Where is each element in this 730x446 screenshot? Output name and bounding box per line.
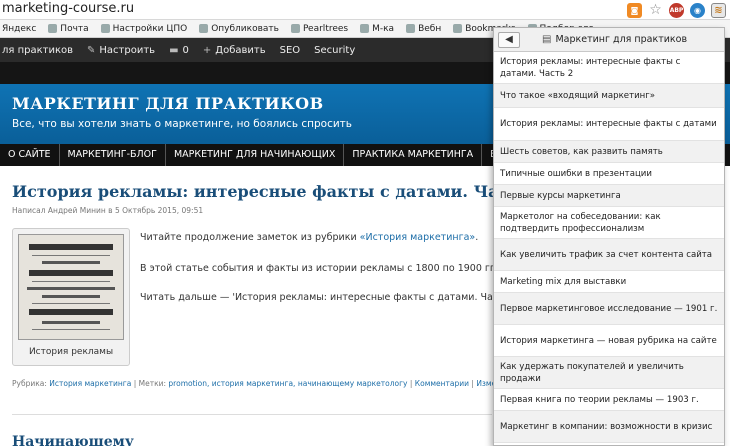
popup-title: Маркетинг для практиков — [555, 34, 688, 45]
feed-item[interactable]: Маркетолог на собеседовании: как подтвер… — [494, 207, 724, 239]
bookmark-pearltrees[interactable]: Pearltrees — [290, 24, 348, 34]
globe-icon[interactable]: ◉ — [690, 2, 705, 18]
folder-icon — [48, 24, 58, 33]
feed-item[interactable]: Первая книга по теории рекламы — 1903 г. — [494, 389, 724, 411]
bookmark-vebn[interactable]: Вебн — [406, 24, 441, 34]
site-tagline: Все, что вы хотели знать о маркетинге, н… — [12, 118, 352, 130]
bookmark-publish[interactable]: Опубликовать — [199, 24, 279, 34]
feed-item[interactable]: Типичные ошибки в презентации — [494, 163, 724, 185]
nav-item-blog[interactable]: МАРКЕТИНГ-БЛОГ — [60, 144, 166, 166]
post-meta: Написал Андрей Минин в 5 Октябрь 2015, 0… — [12, 206, 204, 215]
address-bar[interactable]: marketing-course.ru ◙ ☆ ABP ◉ ≋ — [0, 0, 730, 20]
page-icon — [360, 24, 370, 33]
feed-item[interactable]: История рекламы: интересные факты с дата… — [494, 108, 724, 141]
star-icon[interactable]: ☆ — [648, 2, 663, 18]
feed-icon[interactable]: ≋ — [711, 2, 726, 18]
comments-link[interactable]: Комментарии — [415, 379, 469, 388]
adminbar-site[interactable]: ля практиков — [2, 45, 73, 56]
feed-popup: ◀ ▤ Маркетинг для практиков История рекла… — [493, 27, 725, 446]
feed-item[interactable]: Как увеличить трафик за счет контента са… — [494, 239, 724, 271]
site-title[interactable]: МАРКЕТИНГ ДЛЯ ПРАКТИКОВ — [12, 94, 324, 113]
adminbar-customize[interactable]: ✎ Настроить — [87, 45, 155, 56]
page-icon — [406, 24, 416, 33]
gear-icon — [100, 24, 110, 33]
post-thumbnail[interactable]: История рекламы — [12, 228, 130, 366]
adminbar-comments[interactable]: ▬ 0 — [169, 45, 189, 56]
back-arrow-icon[interactable]: ◀ — [498, 31, 520, 48]
post-divider — [12, 414, 492, 415]
adminbar-security[interactable]: Security — [314, 45, 355, 56]
bookmark-yandex[interactable]: Яндекс — [2, 24, 36, 34]
post-title[interactable]: История рекламы: интересные факты с дата… — [12, 182, 546, 201]
feed-icon: ▤ — [542, 34, 552, 45]
poster-image — [18, 234, 124, 340]
feed-item[interactable]: История маркетинга — новая рубрика на са… — [494, 325, 724, 357]
excerpt-paragraph-1: Читайте продолжение заметок из рубрики «… — [140, 232, 479, 243]
bookmark-settings[interactable]: Настройки ЦПО — [100, 24, 187, 34]
popup-header: ◀ ▤ Маркетинг для практиков — [494, 28, 724, 52]
feed-item[interactable]: Как удержать покупателей и увеличить про… — [494, 357, 724, 389]
tags-links[interactable]: promotion, история маркетинга, начинающе… — [168, 379, 407, 388]
bookmark-mka[interactable]: M-ка — [360, 24, 394, 34]
feed-item[interactable]: Marketing mix для выставки — [494, 271, 724, 293]
excerpt-paragraph-2: В этой статье события и факты из истории… — [140, 263, 498, 274]
bookmark-icon — [453, 24, 463, 33]
thumbnail-caption: История рекламы — [28, 347, 114, 357]
nav-item-beginners[interactable]: МАРКЕТИНГ ДЛЯ НАЧИНАЮЩИХ — [166, 144, 345, 166]
feed-item[interactable]: Первые курсы маркетинга — [494, 185, 724, 207]
adblock-icon[interactable]: ABP — [669, 2, 684, 18]
next-post-title[interactable]: Начинающему маркетологу — [12, 434, 232, 446]
feed-item[interactable]: История рекламы: интересные факты с дата… — [494, 52, 724, 84]
brush-icon: ✎ — [87, 44, 96, 56]
nav-item-practice[interactable]: ПРАКТИКА МАРКЕТИНГА — [344, 144, 483, 166]
rss-icon[interactable]: ◙ — [627, 2, 642, 18]
feed-item[interactable]: Маркетинг в компании: возможности в криз… — [494, 411, 724, 443]
read-more-link[interactable]: Читать дальше — 'История рекламы: интере… — [140, 292, 518, 303]
nav-item-about[interactable]: О САЙТЕ — [0, 144, 60, 166]
pearltrees-icon — [290, 24, 300, 33]
bookmark-mail[interactable]: Почта — [48, 24, 89, 34]
comment-icon: ▬ — [169, 44, 179, 56]
url-text[interactable]: marketing-course.ru — [2, 1, 134, 16]
rubric-link[interactable]: «История маркетинга» — [360, 232, 476, 243]
page-icon — [199, 24, 209, 33]
extension-toolbar: ◙ ☆ ABP ◉ ≋ — [627, 2, 726, 18]
plus-icon: + — [202, 44, 212, 56]
adminbar-add[interactable]: + Добавить — [203, 45, 266, 56]
feed-item[interactable]: Первое маркетинговое исследование — 1901… — [494, 293, 724, 325]
feed-item[interactable]: Что такое «входящий маркетинг» — [494, 84, 724, 108]
adminbar-seo[interactable]: SEO — [280, 45, 301, 56]
feed-item[interactable]: Шесть советов, как развить память — [494, 141, 724, 163]
post-footer: Рубрика: История маркетинга | Метки: pro… — [12, 379, 515, 388]
category-link[interactable]: История маркетинга — [49, 379, 131, 388]
